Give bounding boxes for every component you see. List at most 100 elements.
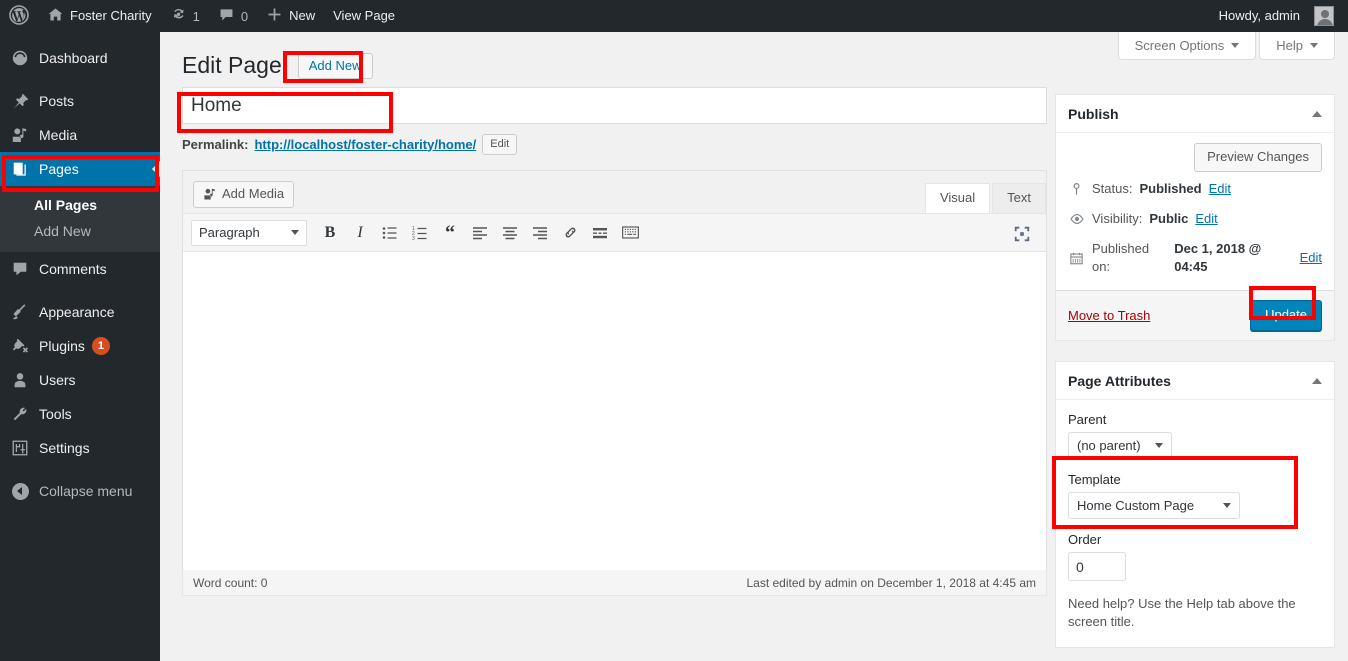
post-status-icon (1068, 182, 1085, 197)
comments-menu[interactable]: 0 (209, 0, 257, 32)
format-select-value: Paragraph (199, 225, 260, 240)
new-content-menu[interactable]: New (257, 0, 324, 32)
published-on-edit-link[interactable]: Edit (1300, 249, 1322, 267)
format-select[interactable]: Paragraph (191, 219, 307, 246)
bold-icon[interactable]: B (316, 220, 344, 246)
publish-box-title: Publish (1068, 105, 1119, 122)
pages-submenu: All Pages Add New (0, 186, 160, 252)
main-content-area: Screen Options Help Edit Page Add New Pe… (160, 32, 1348, 661)
media-icon (203, 187, 217, 201)
screen-options-button[interactable]: Screen Options (1117, 32, 1257, 60)
wp-logo-menu[interactable] (0, 0, 38, 32)
sidebar-item-label: Settings (39, 440, 90, 456)
updates-icon (170, 6, 187, 26)
add-new-button[interactable]: Add New (297, 52, 373, 79)
status-edit-link[interactable]: Edit (1209, 180, 1231, 198)
read-more-icon[interactable] (586, 220, 614, 246)
post-editor-column: Permalink: http://localhost/foster-chari… (182, 87, 1047, 596)
sidebar-item-tools[interactable]: Tools (0, 397, 160, 431)
sidebar-item-comments[interactable]: Comments (0, 252, 160, 286)
chevron-down-icon (291, 230, 299, 235)
tab-text[interactable]: Text (992, 183, 1046, 213)
screen-options-label: Screen Options (1134, 38, 1225, 53)
admin-bar: Foster Charity 1 0 New View Page Howdy, … (0, 0, 1348, 32)
published-on-row: Published on: Dec 1, 2018 @ 04:45 Edit (1068, 240, 1322, 276)
italic-icon[interactable]: I (346, 220, 374, 246)
keyboard-shortcuts-icon[interactable] (616, 220, 644, 246)
preview-changes-button[interactable]: Preview Changes (1194, 143, 1322, 172)
chevron-up-icon[interactable] (1312, 377, 1322, 384)
visibility-row: Visibility: Public Edit (1068, 210, 1322, 228)
sidebar-item-appearance[interactable]: Appearance (0, 295, 160, 329)
collapse-menu-label: Collapse menu (39, 483, 133, 499)
add-media-button[interactable]: Add Media (193, 181, 295, 208)
update-button[interactable]: Update (1250, 300, 1322, 331)
avatar (1314, 6, 1334, 26)
chevron-down-icon (1223, 503, 1231, 508)
screen-meta-links: Screen Options Help (1115, 32, 1335, 60)
comments-count: 0 (240, 8, 249, 24)
site-name-menu[interactable]: Foster Charity (38, 0, 161, 32)
wrench-icon (10, 404, 30, 424)
title-field-wrap (182, 87, 1047, 124)
plugins-update-badge: 1 (91, 337, 110, 355)
status-value: Published (1139, 181, 1202, 196)
add-media-label: Add Media (222, 186, 285, 201)
sidebar-item-posts[interactable]: Posts (0, 84, 160, 118)
published-on-label: Published on: (1092, 241, 1150, 274)
help-button[interactable]: Help (1259, 32, 1335, 60)
eye-icon (1068, 211, 1085, 227)
align-left-icon[interactable] (466, 220, 494, 246)
page-attributes-title: Page Attributes (1068, 372, 1171, 389)
sidebar-subitem-add-new[interactable]: Add New (0, 218, 160, 244)
order-input[interactable] (1068, 552, 1126, 581)
sidebar-item-label: Appearance (39, 304, 115, 320)
bulleted-list-icon[interactable] (376, 220, 404, 246)
my-account-menu[interactable]: Howdy, admin (1210, 0, 1348, 32)
align-right-icon[interactable] (526, 220, 554, 246)
permalink-url[interactable]: http://localhost/foster-charity/home/ (254, 137, 476, 152)
view-page-link[interactable]: View Page (324, 0, 404, 32)
page-title-input[interactable] (182, 87, 1047, 124)
template-select[interactable]: Home Custom Page (1068, 492, 1240, 519)
sidebar-subitem-all-pages[interactable]: All Pages (0, 192, 160, 218)
blockquote-icon[interactable]: “ (436, 220, 464, 246)
attributes-help-note: Need help? Use the Help tab above the sc… (1068, 596, 1296, 629)
home-icon (47, 6, 64, 26)
sidebar-item-plugins[interactable]: Plugins 1 (0, 329, 160, 363)
sidebar-item-settings[interactable]: Settings (0, 431, 160, 465)
permalink-label: Permalink: (182, 136, 249, 152)
page-icon (10, 159, 30, 179)
parent-select[interactable]: (no parent) (1068, 432, 1172, 459)
sidebar-item-label: Tools (39, 406, 72, 422)
plus-icon (266, 6, 283, 26)
tab-visual[interactable]: Visual (924, 183, 991, 213)
comment-bubble-icon (218, 6, 235, 26)
align-center-icon[interactable] (496, 220, 524, 246)
numbered-list-icon[interactable]: 123 (406, 220, 434, 246)
new-label: New (289, 8, 316, 23)
pin-icon (10, 91, 30, 111)
svg-text:3: 3 (412, 236, 415, 241)
sidebar-postboxes: Publish Preview Changes Status: Publishe… (1055, 94, 1335, 661)
collapse-menu-button[interactable]: Collapse menu (0, 474, 160, 508)
visibility-edit-link[interactable]: Edit (1195, 210, 1217, 228)
sidebar-item-label: Users (39, 372, 76, 388)
permalink-edit-button[interactable]: Edit (482, 133, 518, 155)
editor-content-area[interactable] (183, 252, 1046, 570)
chevron-up-icon[interactable] (1312, 110, 1322, 117)
sidebar-item-users[interactable]: Users (0, 363, 160, 397)
updates-menu[interactable]: 1 (161, 0, 209, 32)
dashboard-icon (10, 48, 30, 68)
sidebar-item-media[interactable]: Media (0, 118, 160, 152)
sidebar-item-pages[interactable]: Pages (0, 152, 160, 186)
sidebar-item-dashboard[interactable]: Dashboard (0, 41, 160, 75)
move-to-trash-link[interactable]: Move to Trash (1068, 308, 1150, 323)
calendar-icon (1068, 251, 1085, 266)
page-attributes-box: Page Attributes Parent (no parent) Templ… (1055, 361, 1335, 648)
distraction-free-icon[interactable] (1008, 221, 1036, 247)
editor-status-bar: Word count: 0 Last edited by admin on De… (182, 570, 1047, 596)
link-icon[interactable] (556, 220, 584, 246)
admin-sidebar-menu: Dashboard Posts Media Pages All Pages Ad… (0, 32, 160, 661)
sidebar-item-label: Comments (39, 261, 107, 277)
